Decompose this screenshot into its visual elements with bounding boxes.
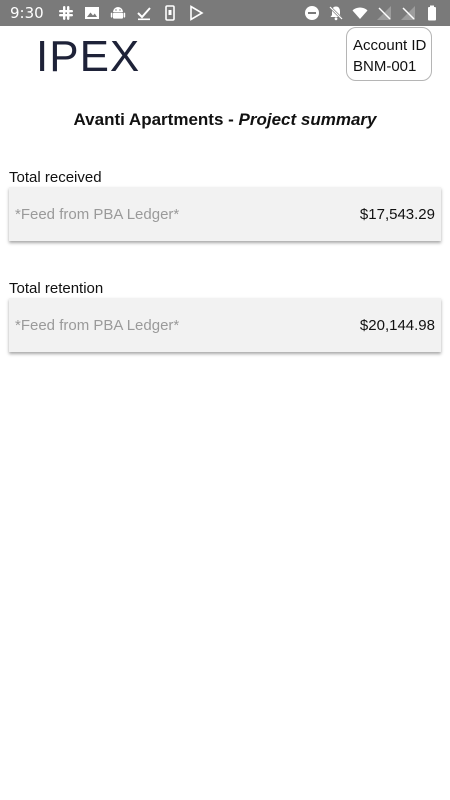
wifi-icon [352,5,368,21]
image-icon [84,5,100,21]
account-id-box: Account ID BNM-001 [346,27,432,81]
status-time: 9:30 [10,4,44,22]
battery-icon [424,5,440,21]
account-id-label: Account ID [353,37,427,54]
status-bar: 9:30 [0,0,450,26]
total-received-value: $17,543.29 [359,205,435,223]
signal-off-icon [400,5,416,21]
page-title: Avanti Apartments - Project summary [0,110,450,130]
check-icon [136,5,152,21]
app-logo: IPEX [36,32,141,81]
project-name: Avanti Apartments [73,110,224,129]
signal-off-icon [376,5,392,21]
total-received-label: Total received [9,169,102,186]
notifications-off-icon [328,5,344,21]
phone-icon [162,5,178,21]
total-received-field[interactable]: *Feed from PBA Ledger* $17,543.29 [9,187,441,241]
status-bar-left: 9:30 [10,4,204,22]
play-store-icon [188,5,204,21]
total-retention-source: *Feed from PBA Ledger* [15,316,180,334]
android-icon [110,5,126,21]
total-retention-label: Total retention [9,280,104,297]
do-not-disturb-icon [304,5,320,21]
total-retention-value: $20,144.98 [359,316,435,334]
total-received-source: *Feed from PBA Ledger* [15,205,180,223]
title-separator: - [223,110,239,129]
status-bar-right [304,5,440,21]
account-id-value: BNM-001 [353,58,417,75]
slack-icon [58,5,74,21]
page-subtitle: Project summary [238,110,377,129]
total-retention-field[interactable]: *Feed from PBA Ledger* $20,144.98 [9,298,441,352]
